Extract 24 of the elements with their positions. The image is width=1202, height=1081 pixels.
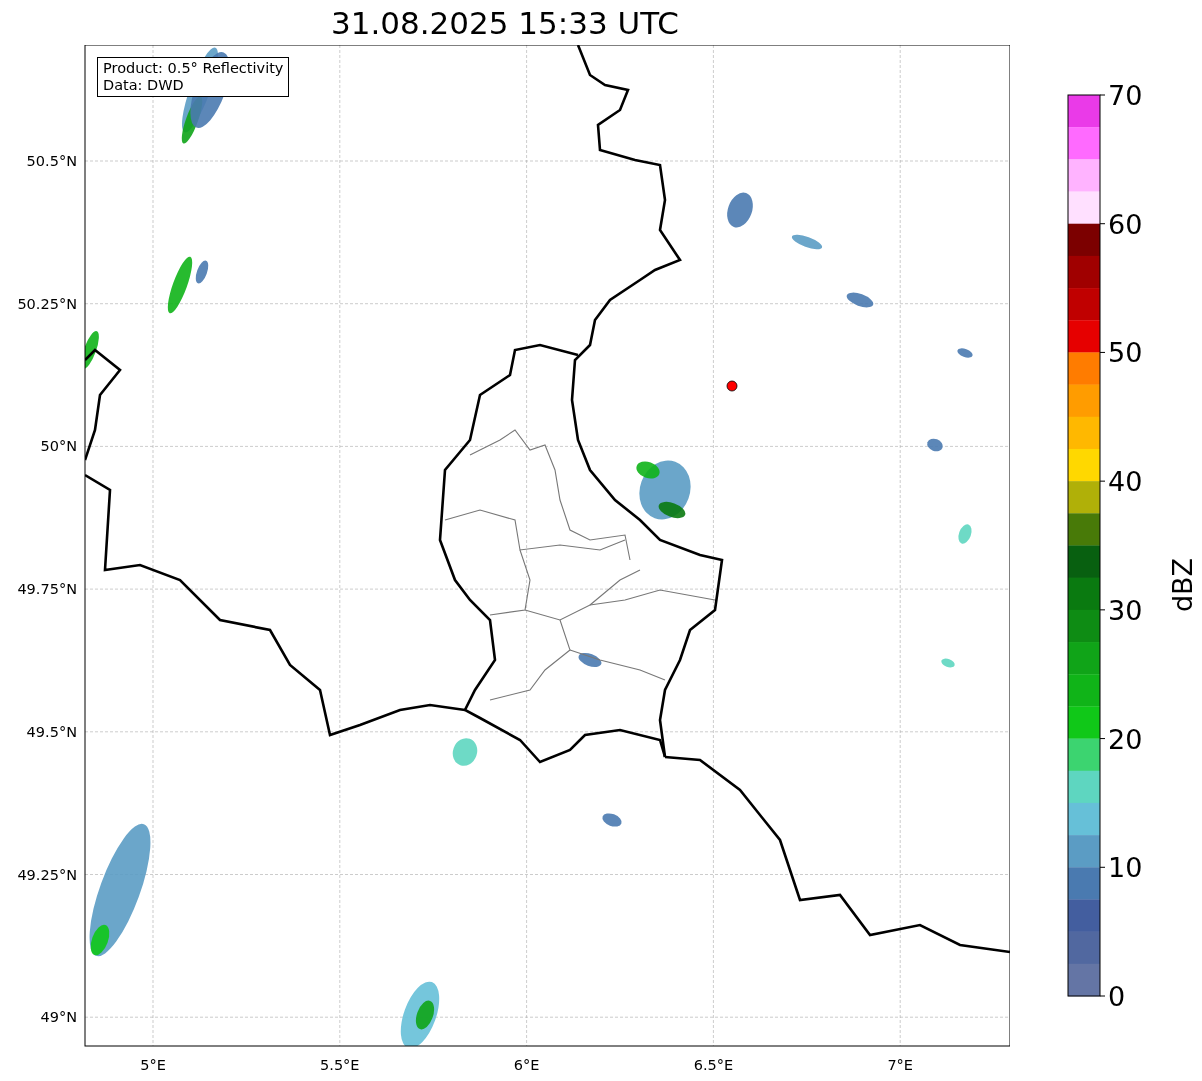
- axis-tick-label: 49.75°N: [17, 581, 77, 598]
- colorbar-tick-label: 60: [1108, 208, 1143, 240]
- axis-tick-label: 50.5°N: [26, 153, 77, 169]
- colorbar-tick-label: 30: [1108, 594, 1143, 626]
- axis-tick-label: 7°E: [887, 1057, 913, 1073]
- axis-tick-label: 50.25°N: [17, 295, 77, 312]
- axis-tick-label: 49.5°N: [26, 723, 77, 740]
- colorbar-label: dBZ: [1167, 557, 1198, 613]
- colorbar-tick-label: 0: [1108, 981, 1126, 1012]
- axis-tick-label: 49°N: [40, 1009, 77, 1026]
- legend-text: Data: DWD: [103, 77, 185, 94]
- chart-title: 31.08.2025 15:33 UTC: [330, 4, 680, 43]
- axis-tick-label: 5°E: [140, 1057, 166, 1073]
- axis-tick-label: 5.5°E: [320, 1057, 360, 1073]
- axis-tick-label: 50°N: [40, 438, 77, 455]
- axis-tick-label: 49.25°N: [17, 866, 77, 883]
- legend-text: Product: 0.5° Reflectivity: [103, 60, 284, 77]
- axis-tick-label: 6.5°E: [693, 1057, 734, 1073]
- colorbar-tick-label: 10: [1108, 852, 1143, 884]
- colorbar-tick-label: 20: [1108, 723, 1143, 755]
- axis-tick-label: 6°E: [513, 1057, 540, 1073]
- colorbar-tick-label: 70: [1108, 80, 1143, 111]
- colorbar-tick-label: 40: [1108, 466, 1143, 498]
- colorbar-tick-label: 50: [1108, 337, 1143, 369]
